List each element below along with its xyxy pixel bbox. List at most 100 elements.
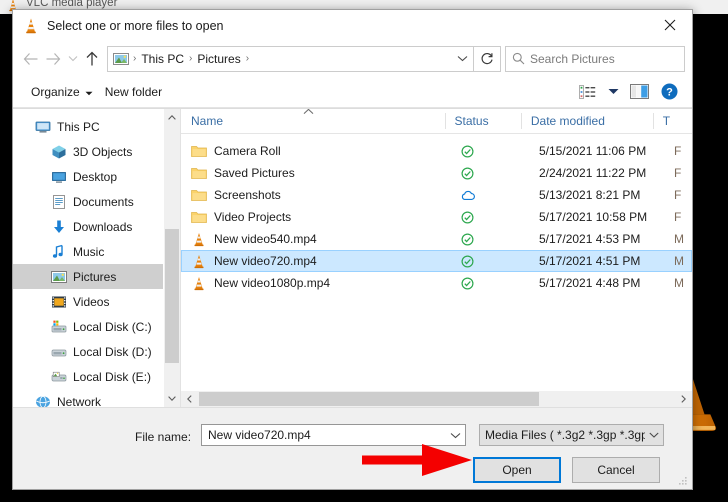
- documents-icon: [51, 194, 67, 210]
- file-list-horizontal-scrollbar[interactable]: [181, 390, 692, 407]
- scroll-down-button[interactable]: [164, 390, 180, 407]
- resize-grip-icon[interactable]: [678, 476, 688, 486]
- downloads-icon: [51, 219, 67, 235]
- dialog-body: This PC 3D Objects Desktop Documents Dow…: [13, 108, 692, 407]
- table-row[interactable]: New video1080p.mp4 5/17/2021 4:48 PM M: [181, 272, 692, 294]
- music-icon: [51, 244, 67, 260]
- table-row[interactable]: Screenshots 5/13/2021 8:21 PM F: [181, 184, 692, 206]
- chevron-down-icon: [450, 432, 460, 438]
- back-button[interactable]: [20, 46, 42, 72]
- table-row[interactable]: Camera Roll 5/15/2021 11:06 PM F: [181, 140, 692, 162]
- scrollbar-thumb[interactable]: [165, 229, 179, 363]
- screen: VLC media player Select one or more file…: [0, 0, 728, 502]
- close-button[interactable]: [648, 10, 692, 40]
- folder-icon: [191, 143, 207, 159]
- vlc-file-icon: [191, 253, 207, 269]
- sidebar-item-this-pc[interactable]: This PC: [13, 114, 163, 139]
- help-button[interactable]: ?: [654, 80, 684, 104]
- close-icon: [664, 19, 676, 31]
- help-icon: ?: [661, 83, 677, 100]
- sidebar-item-local-disk-d[interactable]: Local Disk (D:): [13, 339, 163, 364]
- pictures-folder-icon: [113, 52, 129, 65]
- cancel-button[interactable]: Cancel: [572, 457, 660, 483]
- column-header-name[interactable]: Name: [181, 109, 445, 133]
- up-button[interactable]: [81, 46, 103, 72]
- table-row-selected[interactable]: New video720.mp4 5/17/2021 4:51 PM M: [181, 250, 692, 272]
- view-dropdown-button[interactable]: [602, 80, 624, 104]
- this-pc-icon: [35, 119, 51, 135]
- scroll-right-button[interactable]: [675, 391, 692, 407]
- arrow-left-icon: [23, 52, 38, 65]
- type-cell: F: [674, 188, 682, 202]
- sidebar-item-label: Pictures: [73, 269, 117, 284]
- file-name-cell: Camera Roll: [181, 143, 451, 159]
- date-cell: 5/17/2021 4:51 PM: [539, 254, 641, 268]
- sidebar-item-downloads[interactable]: Downloads: [13, 214, 163, 239]
- breadcrumb-pictures[interactable]: Pictures: [193, 52, 244, 66]
- file-name-cell: Screenshots: [181, 187, 451, 203]
- chevron-down-icon: [85, 85, 93, 99]
- local-disk-d-icon: [51, 344, 67, 360]
- dialog-footer: File name: New video720.mp4 Media Files …: [13, 407, 692, 489]
- search-icon: [512, 52, 524, 65]
- 3d-objects-icon: [51, 144, 67, 160]
- sidebar-item-3d-objects[interactable]: 3D Objects: [13, 139, 163, 164]
- command-bar: Organize New folder ?: [13, 76, 692, 108]
- file-type-select[interactable]: Media Files ( *.3g2 *.3gp *.3gp2: [479, 424, 664, 446]
- status-cell: [451, 276, 529, 290]
- file-name-dropdown-button[interactable]: [445, 432, 465, 439]
- address-dropdown-button[interactable]: [451, 48, 473, 70]
- scrollbar-thumb[interactable]: [199, 392, 539, 406]
- column-header-status[interactable]: Status: [444, 109, 521, 133]
- table-row[interactable]: Saved Pictures 2/24/2021 11:22 PM F: [181, 162, 692, 184]
- file-name-input[interactable]: New video720.mp4: [201, 424, 466, 446]
- chevron-down-icon: [457, 56, 467, 62]
- sidebar-item-local-disk-c[interactable]: Local Disk (C:): [13, 314, 163, 339]
- address-bar[interactable]: › This PC › Pictures ›: [107, 45, 474, 72]
- column-header-type-label: T: [662, 114, 671, 128]
- refresh-icon: [481, 52, 493, 64]
- status-cell: [451, 166, 529, 180]
- recent-locations-button[interactable]: [64, 46, 81, 72]
- forward-button[interactable]: [42, 46, 64, 72]
- sidebar-item-network[interactable]: Network: [13, 389, 163, 407]
- search-input[interactable]: Search Pictures: [530, 52, 615, 66]
- sidebar-item-desktop[interactable]: Desktop: [13, 164, 163, 189]
- change-view-button[interactable]: [572, 80, 602, 104]
- sidebar-item-pictures[interactable]: Pictures: [13, 264, 163, 289]
- table-row[interactable]: Video Projects 5/17/2021 10:58 PM F: [181, 206, 692, 228]
- date-cell: 5/17/2021 4:53 PM: [539, 232, 641, 246]
- navpane-scrollbar[interactable]: [163, 109, 180, 407]
- new-folder-button[interactable]: New folder: [99, 82, 168, 102]
- svg-text:?: ?: [666, 87, 673, 99]
- organize-button[interactable]: Organize: [25, 82, 99, 102]
- scroll-up-button[interactable]: [164, 109, 180, 126]
- sidebar-item-videos[interactable]: Videos: [13, 289, 163, 314]
- folder-icon: [191, 165, 207, 181]
- chevron-down-icon: [649, 432, 659, 438]
- search-box[interactable]: Search Pictures: [505, 45, 685, 72]
- local-disk-e-icon: [51, 369, 67, 385]
- column-header-date-label: Date modified: [530, 114, 605, 128]
- sidebar-item-documents[interactable]: Documents: [13, 189, 163, 214]
- column-header-type[interactable]: T: [652, 109, 692, 133]
- preview-pane-button[interactable]: [624, 80, 654, 104]
- file-name-label: Saved Pictures: [214, 166, 295, 180]
- sidebar-item-label: Network: [57, 394, 102, 408]
- file-name-label: New video1080p.mp4: [214, 276, 331, 290]
- breadcrumb-this-pc[interactable]: This PC: [137, 52, 188, 66]
- refresh-button[interactable]: [474, 45, 501, 72]
- chevron-down-icon: [68, 56, 77, 62]
- file-name-value[interactable]: New video720.mp4: [202, 428, 445, 442]
- type-cell: F: [674, 144, 682, 158]
- sidebar-item-music[interactable]: Music: [13, 239, 163, 264]
- scroll-left-button[interactable]: [181, 391, 198, 407]
- open-button[interactable]: Open: [473, 457, 561, 483]
- sidebar-item-label: Desktop: [73, 169, 118, 184]
- folder-icon: [191, 209, 207, 225]
- column-header-date-modified[interactable]: Date modified: [520, 109, 653, 133]
- date-cell: 5/17/2021 4:48 PM: [539, 276, 641, 290]
- sidebar-item-local-disk-e[interactable]: Local Disk (E:): [13, 364, 163, 389]
- table-row[interactable]: New video540.mp4 5/17/2021 4:53 PM M: [181, 228, 692, 250]
- arrow-up-icon: [86, 51, 98, 65]
